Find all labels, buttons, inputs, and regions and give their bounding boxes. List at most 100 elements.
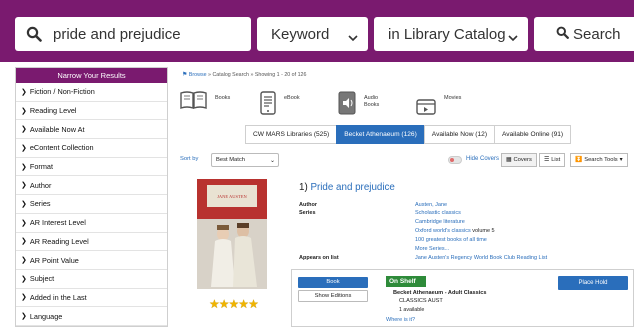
hide-covers-label[interactable]: Hide Covers [466,156,499,162]
sidebar-item-reading-level[interactable]: ❯ Reading Level [16,102,167,121]
format-movies[interactable]: Movies [416,91,461,120]
series-link[interactable]: 100 greatest books of all time [415,237,487,243]
search-icon [15,17,53,51]
search-input[interactable] [53,25,233,43]
result-title-link[interactable]: Pride and prejudice [310,182,394,193]
result-title: 1) Pride and prejudice [299,182,395,193]
list-view-button[interactable]: ☰ List [539,153,566,167]
chevron-right-icon: ❯ [21,126,27,134]
star-icon: ★ [209,297,220,311]
tools-icon: ⏬ [575,157,583,163]
chevron-right-icon: ❯ [21,275,27,283]
series-item: Oxford world's classics volume 5 [415,228,495,234]
search-tools-button[interactable]: ⏬ Search Tools ▾ [570,153,628,167]
chevron-right-icon: ❯ [21,88,27,96]
format-label: Books [215,95,231,101]
format-book-button[interactable]: Book [298,277,368,288]
sidebar-item-series[interactable]: ❯ Series [16,195,167,214]
sort-select[interactable]: Best Match ⌄ [211,153,279,167]
sidebar-item-ar-reading[interactable]: ❯ AR Reading Level [16,233,167,252]
series-link[interactable]: Oxford world's classics [415,228,471,234]
chevron-right-icon: ❯ [21,200,27,208]
home-icon: ⚑ [182,72,188,78]
search-icon [556,26,569,43]
breadcrumb-browse-link[interactable]: Browse [189,72,207,78]
chevron-right-icon: ❯ [21,219,27,227]
search-button[interactable]: Search [534,17,634,51]
search-type-value: Keyword [271,25,330,43]
book-cover[interactable]: JANE AUSTEN [197,179,267,289]
sidebar-item-label: Available Now At [29,124,85,134]
facet-sidebar: Narrow Your Results ❯ Fiction / Non-Ficti… [15,67,168,327]
movie-icon [416,97,436,120]
chevron-down-icon [508,29,518,46]
sidebar-item-language[interactable]: ❯ Language [16,307,167,326]
format-audio-books[interactable]: Audio Books [338,91,390,120]
sidebar-item-label: Added in the Last [29,292,87,302]
breadcrumb-showing: Showing 1 - 20 of 126 [254,72,307,78]
sidebar-item-label: AR Reading Level [29,236,89,246]
sidebar-item-label: Subject [29,274,55,284]
chevron-right-icon: ❯ [21,238,27,246]
search-type-select[interactable]: Keyword [257,17,368,51]
place-hold-button[interactable]: Place Hold [558,276,628,290]
call-number: CLASSICS AUST [399,298,443,304]
appears-list-link[interactable]: Jane Austen's Regency World Book Club Re… [415,255,547,261]
tab-becket-athenaeum[interactable]: Becket Athenaeum (126) [336,125,425,144]
more-series-link[interactable]: More Series... [415,246,449,252]
format-books[interactable]: Books [180,91,230,114]
sidebar-item-ar-interest[interactable]: ❯ AR Interest Level [16,214,167,233]
cover-text: JANE AUSTEN [217,194,247,199]
sidebar-item-subject[interactable]: ❯ Subject [16,270,167,289]
sidebar-item-label: Fiction / Non-Fiction [29,87,95,97]
search-header: Keyword in Library Catalog Search [0,0,634,62]
sidebar-item-ar-point[interactable]: ❯ AR Point Value [16,251,167,270]
star-icon: ★ [218,297,230,311]
breadcrumb-catalog: Catalog Search [212,72,249,78]
chevron-right-icon: ❯ [21,294,27,302]
location-tabs: CW MARS Libraries (525) Becket Athenaeum… [245,125,572,144]
where-is-it-link[interactable]: Where is it? [386,317,415,323]
search-scope-select[interactable]: in Library Catalog [374,17,528,51]
series-link[interactable]: Cambridge literature [415,219,465,225]
chevron-right-icon: ❯ [21,163,27,171]
availability-count: 1 available [399,307,425,313]
sidebar-item-format[interactable]: ❯ Format [16,158,167,177]
chevron-right-icon: ❯ [21,144,27,152]
series-link[interactable]: Scholastic classics [415,210,461,216]
format-label: Movies [444,95,462,101]
sidebar-item-label: eContent Collection [29,143,94,153]
sidebar-item-label: Format [29,162,53,172]
author-label: Author [299,202,318,208]
sidebar-header: Narrow Your Results [16,68,167,83]
ebook-icon [260,91,276,120]
sidebar-item-label: Series [29,199,51,209]
sidebar-item-fiction[interactable]: ❯ Fiction / Non-Fiction [16,83,167,102]
sidebar-item-label: Reading Level [29,106,77,116]
sidebar-item-econtent[interactable]: ❯ eContent Collection [16,139,167,158]
hide-covers-toggle[interactable] [448,156,462,164]
list-icon: ☰ [544,157,550,163]
sidebar-item-label: Language [29,311,63,321]
sort-label: Sort by [180,156,199,162]
sidebar-item-author[interactable]: ❯ Author [16,176,167,196]
chevron-right-icon: ❯ [21,107,27,115]
book-icon [180,91,207,114]
caret-down-icon: ▾ [619,157,623,163]
search-field[interactable] [15,17,251,51]
result-number: 1) [299,182,308,193]
show-editions-button[interactable]: Show Editions [298,290,368,302]
search-scope-value: in Library Catalog [388,25,506,43]
author-link[interactable]: Austen, Jane [415,202,447,208]
sidebar-item-added[interactable]: ❯ Added in the Last [16,289,167,308]
tab-available-now[interactable]: Available Now (12) [423,125,496,144]
covers-view-button[interactable]: ▦ Covers [501,153,537,167]
format-ebook[interactable]: eBook [260,91,300,120]
status-badge: On Shelf [386,276,426,287]
sidebar-item-available-now[interactable]: ❯ Available Now At [16,120,167,140]
tab-available-online[interactable]: Available Online (91) [494,125,572,144]
sidebar-item-label: Author [29,180,52,190]
search-tools-label: Search Tools [584,157,618,163]
tab-cw-mars[interactable]: CW MARS Libraries (525) [245,125,338,144]
audio-icon [338,91,356,120]
